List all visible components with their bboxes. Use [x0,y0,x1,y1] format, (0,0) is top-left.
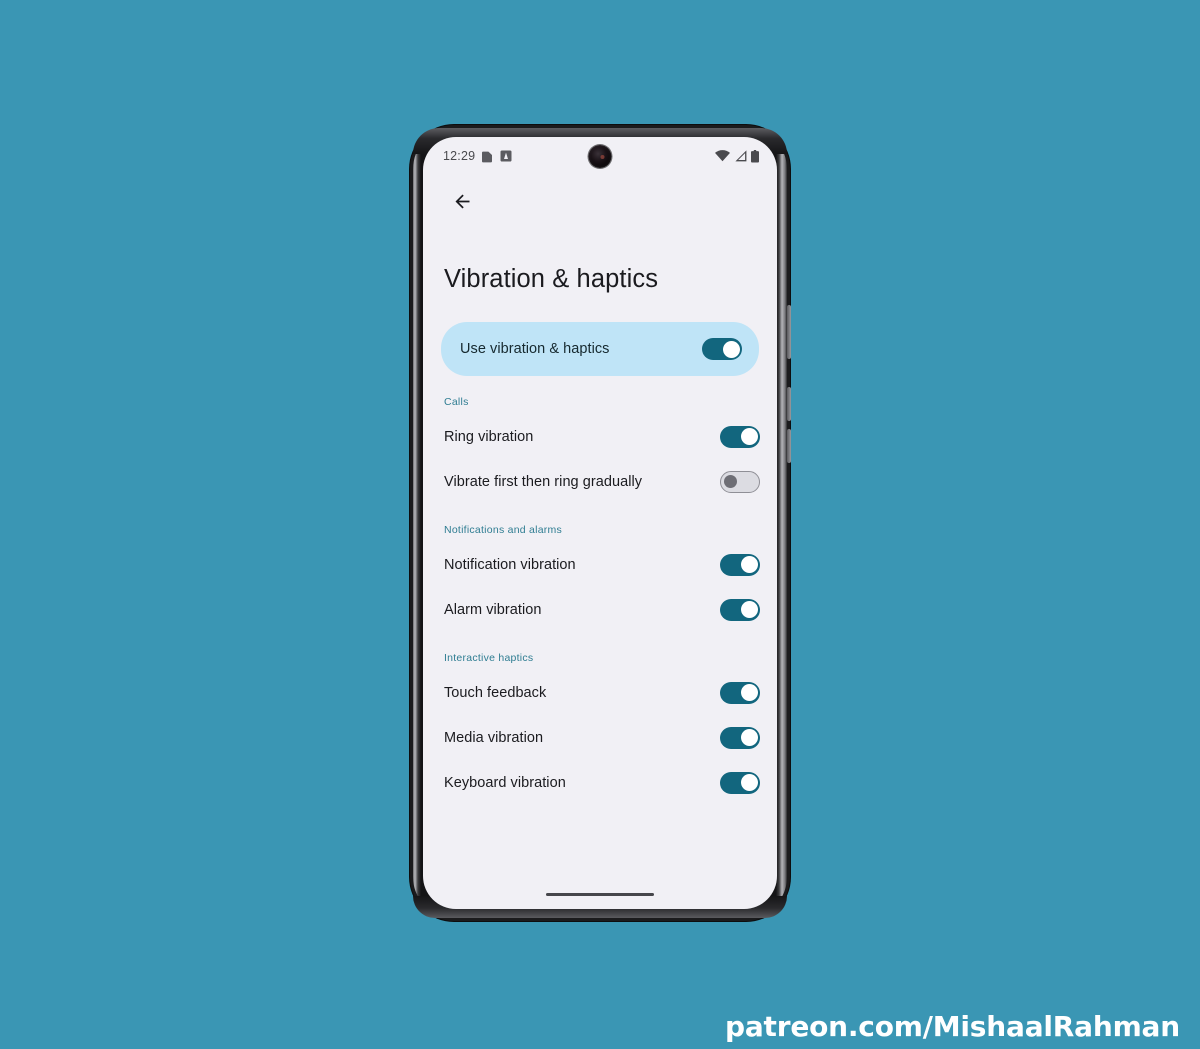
toggle-knob [724,474,737,488]
page-title: Vibration & haptics [444,265,659,293]
section-calls: Calls Ring vibration Vibrate first then … [423,396,777,504]
phone-mockup: 12:29 Vibration & haptics Use vibration … [410,125,791,921]
setting-label: Alarm vibration [444,601,542,618]
setting-row-touch-feedback[interactable]: Touch feedback [423,670,777,715]
master-toggle-switch[interactable] [702,338,742,360]
wifi-icon [715,150,730,162]
status-bar-left: 12:29 [443,149,512,163]
status-bar-clock: 12:29 [443,149,476,163]
toggle-knob [740,684,758,701]
app-notification-icon [500,150,512,162]
toggle-knob [740,556,758,573]
back-arrow-icon [455,194,469,208]
toggle-knob [740,774,758,791]
setting-row-ring-vibration[interactable]: Ring vibration [423,414,777,459]
volume-down-button[interactable] [787,429,791,463]
watermark-text: patreon.com/MishaalRahman [724,1010,1180,1043]
toggle-knob [740,428,758,445]
setting-label: Vibrate first then ring gradually [444,473,643,490]
section-interactive-haptics: Interactive haptics Touch feedback Media… [423,652,777,805]
toggle-knob [740,729,758,746]
volume-up-button[interactable] [787,387,791,421]
setting-label: Notification vibration [444,556,576,573]
toggle-touch-feedback[interactable] [720,681,760,704]
status-bar: 12:29 [423,137,777,175]
toggle-ring-vibration[interactable] [720,425,760,448]
front-camera-icon [588,145,612,168]
setting-label: Ring vibration [444,428,534,445]
home-gesture-bar[interactable] [546,892,654,896]
power-button[interactable] [787,305,791,359]
toggle-keyboard-vibration[interactable] [720,771,760,794]
setting-label: Keyboard vibration [444,774,566,791]
setting-row-alarm-vibration[interactable]: Alarm vibration [423,587,777,632]
section-notifications-and-alarms: Notifications and alarms Notification vi… [423,524,777,632]
cellular-signal-icon [735,150,747,162]
section-header-calls: Calls [444,396,469,408]
setting-label: Media vibration [444,729,544,746]
setting-label: Touch feedback [444,684,547,701]
setting-row-media-vibration[interactable]: Media vibration [423,715,777,760]
top-app-bar [423,175,777,227]
toggle-knob [740,601,758,618]
setting-row-keyboard-vibration[interactable]: Keyboard vibration [423,760,777,805]
back-button[interactable] [445,184,479,218]
toggle-notification-vibration[interactable] [720,553,760,576]
section-header-interactive-haptics: Interactive haptics [444,652,534,664]
toggle-media-vibration[interactable] [720,726,760,749]
section-header-notifications-and-alarms: Notifications and alarms [444,524,563,536]
setting-row-notification-vibration[interactable]: Notification vibration [423,542,777,587]
master-toggle-label: Use vibration & haptics [460,341,610,357]
setting-row-vibrate-first-then-ring[interactable]: Vibrate first then ring gradually [423,459,777,504]
toggle-alarm-vibration[interactable] [720,598,760,621]
phone-screen: 12:29 Vibration & haptics Use vibration … [423,137,777,909]
toggle-knob [722,340,740,358]
status-bar-right [715,149,759,163]
master-toggle-row[interactable]: Use vibration & haptics [441,322,759,376]
sim-card-icon [482,151,493,162]
battery-icon [751,149,759,162]
toggle-vibrate-first-then-ring[interactable] [720,470,760,493]
